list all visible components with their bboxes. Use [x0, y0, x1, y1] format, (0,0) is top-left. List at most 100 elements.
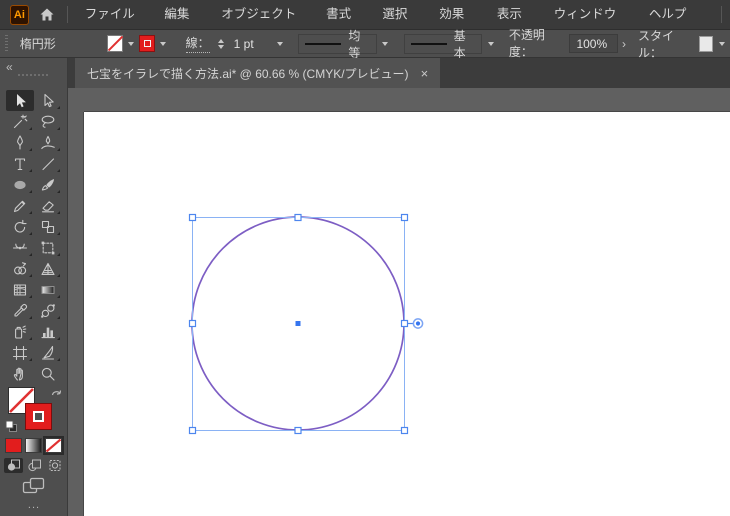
opacity-label[interactable]: 不透明度：: [508, 26, 564, 62]
zoom-tool[interactable]: [34, 363, 62, 384]
edit-toolbar-icon[interactable]: ...: [0, 499, 68, 511]
screen-mode-icon[interactable]: [22, 477, 46, 495]
stroke-color-swatch[interactable]: [139, 35, 155, 52]
type-tool[interactable]: [6, 153, 34, 174]
menu-effect[interactable]: 効果(C): [430, 0, 488, 50]
home-icon[interactable]: [39, 7, 55, 22]
handle-bottom-left[interactable]: [188, 426, 197, 435]
handle-middle-right[interactable]: [400, 319, 409, 328]
active-shape-label: 楕円形: [19, 37, 56, 51]
stroke-weight-stepper[interactable]: [217, 38, 224, 49]
pen-tool[interactable]: [6, 132, 34, 153]
fill-color-swatch[interactable]: [106, 35, 123, 52]
eraser-tool[interactable]: [34, 195, 62, 216]
opacity-input[interactable]: 100%: [569, 34, 618, 53]
stroke-weight-label[interactable]: 線：: [185, 34, 210, 53]
panel-grip-icon[interactable]: [18, 74, 48, 76]
menu-file[interactable]: ファイル(F): [76, 0, 156, 50]
document-tab-bar: 七宝をイラレで描く方法.ai* @ 60.66 % (CMYK/プレビュー) ×: [68, 58, 730, 88]
handle-bottom-right[interactable]: [400, 426, 409, 435]
lasso-tool[interactable]: [34, 111, 62, 132]
chevron-down-icon[interactable]: [125, 30, 138, 57]
swap-fill-stroke-icon[interactable]: [50, 386, 63, 399]
control-bar: 楕円形 線： 1 pt 均等 基本 不透明度： 100% › スタイル：: [0, 28, 730, 62]
width-profile-dropdown[interactable]: 均等: [298, 29, 377, 60]
handle-top-left[interactable]: [188, 213, 197, 222]
shaper-tool[interactable]: [6, 195, 34, 216]
illustrator-logo-icon[interactable]: Ai: [10, 4, 29, 25]
line-segment-tool[interactable]: [34, 153, 62, 174]
perspective-grid-tool[interactable]: [34, 258, 62, 279]
shape-builder-tool[interactable]: [6, 258, 34, 279]
chevron-down-icon[interactable]: [715, 30, 728, 57]
document-tab[interactable]: 七宝をイラレで描く方法.ai* @ 60.66 % (CMYK/プレビュー) ×: [75, 58, 441, 88]
curvature-tool[interactable]: [34, 132, 62, 153]
step-up-icon[interactable]: [217, 38, 224, 43]
magic-wand-tool[interactable]: [6, 111, 34, 132]
menu-edit[interactable]: 編集(E): [155, 0, 212, 50]
center-point-widget[interactable]: [295, 321, 301, 326]
column-graph-tool[interactable]: [34, 321, 62, 342]
scale-tool[interactable]: [34, 216, 62, 237]
selection-overlay: [188, 213, 424, 435]
canvas[interactable]: [68, 88, 730, 516]
panel-grip-icon[interactable]: [5, 34, 8, 53]
color-button[interactable]: [5, 438, 22, 453]
handle-bottom-center[interactable]: [294, 426, 302, 435]
width-tool[interactable]: [6, 237, 34, 258]
default-fill-stroke-icon[interactable]: [5, 420, 18, 433]
stroke-hole-icon: [33, 411, 44, 422]
chevron-down-icon[interactable]: [157, 30, 170, 57]
brush-definition-dropdown[interactable]: 基本: [403, 29, 483, 60]
collapse-panel-icon[interactable]: «: [6, 60, 13, 74]
draw-behind-icon[interactable]: [25, 458, 44, 473]
drawing-mode-buttons: [4, 458, 65, 473]
paintbrush-tool[interactable]: [34, 174, 62, 195]
selection-tool[interactable]: [6, 90, 34, 111]
style-label: スタイル：: [637, 28, 674, 60]
stroke-indicator-icon: [143, 40, 151, 47]
artboard-tool[interactable]: [6, 342, 34, 363]
step-down-icon[interactable]: [217, 44, 224, 49]
menu-select[interactable]: 選択(S): [373, 0, 430, 50]
stroke-weight-input[interactable]: 1 pt: [228, 34, 272, 53]
direct-selection-tool[interactable]: [34, 90, 62, 111]
stroke-swatch[interactable]: [25, 403, 52, 430]
handle-top-center[interactable]: [294, 213, 302, 222]
menu-bar: Ai ファイル(F) 編集(E) オブジェクト(O) 書式(T) 選択(S) 効…: [0, 0, 730, 50]
free-transform-tool[interactable]: [34, 237, 62, 258]
tool-grid: [6, 90, 62, 384]
chevron-down-icon[interactable]: [379, 30, 392, 57]
mesh-tool[interactable]: [6, 279, 34, 300]
blend-tool[interactable]: [34, 300, 62, 321]
ellipse-tool[interactable]: [6, 174, 34, 195]
graphic-style-swatch[interactable]: [698, 35, 714, 52]
menu-separator: [721, 6, 723, 23]
symbol-sprayer-tool[interactable]: [6, 321, 34, 342]
width-profile-value: 均等: [348, 28, 361, 60]
gradient-button[interactable]: [25, 438, 42, 453]
live-shape-widget-dot: [415, 321, 421, 326]
hand-tool[interactable]: [6, 363, 34, 384]
slice-tool[interactable]: [34, 342, 62, 363]
document-title: 七宝をイラレで描く方法.ai* @ 60.66 % (CMYK/プレビュー): [87, 66, 409, 81]
brush-preview-icon: [410, 42, 447, 45]
menu-type[interactable]: 書式(T): [317, 0, 373, 50]
tools-panel: « ...: [0, 58, 68, 516]
none-button[interactable]: [43, 436, 64, 455]
handle-middle-left[interactable]: [188, 319, 197, 328]
rotate-tool[interactable]: [6, 216, 34, 237]
menu-help[interactable]: ヘルプ(H): [640, 0, 709, 50]
chevron-down-icon[interactable]: [484, 30, 497, 57]
draw-normal-icon[interactable]: [4, 458, 23, 473]
close-tab-icon[interactable]: ×: [421, 66, 429, 81]
opacity-expand-icon[interactable]: ›: [622, 37, 626, 51]
gradient-tool[interactable]: [34, 279, 62, 300]
handle-top-right[interactable]: [400, 213, 409, 222]
menu-object[interactable]: オブジェクト(O): [212, 0, 317, 50]
tools-panel-header: «: [0, 58, 67, 88]
illustrator-window: Ai ファイル(F) 編集(E) オブジェクト(O) 書式(T) 選択(S) 効…: [0, 0, 730, 516]
chevron-down-icon[interactable]: [274, 30, 287, 57]
eyedropper-tool[interactable]: [6, 300, 34, 321]
draw-inside-icon[interactable]: [46, 458, 65, 473]
